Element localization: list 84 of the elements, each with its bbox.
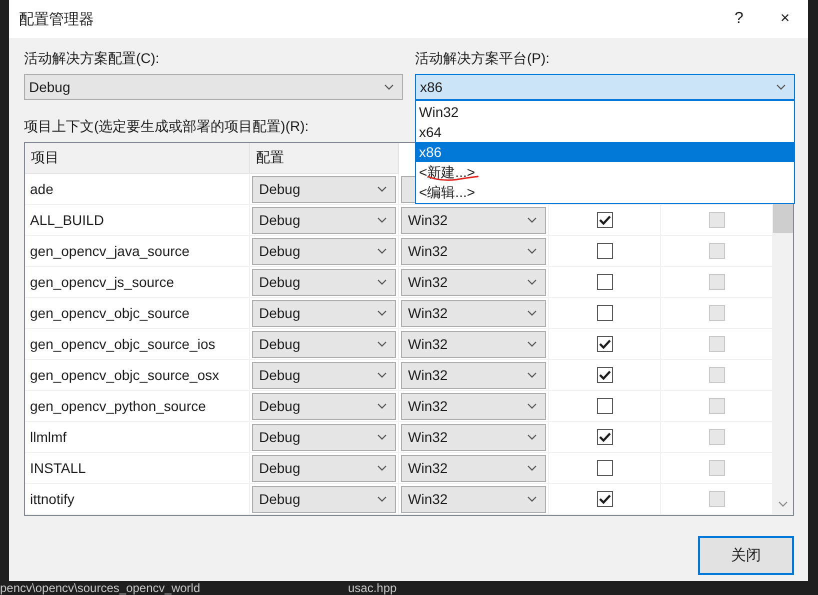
configuration-select[interactable]: Debug: [252, 206, 396, 234]
platform-select[interactable]: Win32: [401, 330, 546, 358]
close-button[interactable]: ×: [762, 0, 808, 38]
check-icon: [598, 432, 610, 442]
chevron-icon: [377, 217, 387, 223]
table-cell: gen_opencv_java_source: [25, 236, 250, 267]
field-label: 活动解决方案平台(P):: [415, 49, 551, 68]
scroll-down-icon[interactable]: [778, 501, 788, 507]
build-checkbox[interactable]: [596, 429, 612, 445]
configuration-select[interactable]: Debug: [252, 392, 396, 420]
chevron-icon: [527, 372, 537, 378]
platform-select[interactable]: Win32: [401, 424, 546, 450]
help-button[interactable]: ?: [716, 0, 762, 38]
platform-select[interactable]: Win32: [401, 392, 546, 420]
chevron-icon: [377, 434, 387, 440]
table-cell: ALL_BUILD: [25, 205, 250, 236]
platform-select[interactable]: Win32: [401, 362, 546, 388]
chevron-icon: [527, 341, 537, 347]
chevron-icon: [377, 310, 387, 316]
column-header: 配置: [250, 143, 399, 174]
chevron-icon: [377, 248, 387, 254]
platform-select[interactable]: Win32: [401, 486, 546, 512]
dropdown-option[interactable]: x86: [416, 142, 794, 162]
table-cell: gen_opencv_objc_source_ios: [25, 329, 250, 360]
status-text: pencv\opencv\sources_opencv_world: [0, 581, 202, 595]
check-icon: [598, 370, 610, 380]
chevron-icon: [377, 465, 387, 471]
platform-select[interactable]: Win32: [401, 300, 546, 326]
platform-select[interactable]: Win32: [401, 454, 546, 482]
table-cell: gen_opencv_js_source: [25, 267, 250, 298]
build-checkbox[interactable]: [596, 336, 612, 352]
column-header: 项目: [25, 143, 250, 174]
platform-select[interactable]: Win32: [401, 238, 546, 264]
table-cell: INSTALL: [25, 453, 250, 484]
chevron-icon: [377, 496, 387, 502]
configuration-select[interactable]: Debug: [252, 300, 396, 326]
build-checkbox[interactable]: [596, 491, 612, 507]
configuration-select[interactable]: Debug: [252, 330, 396, 358]
configuration-select[interactable]: Debug: [252, 238, 396, 264]
build-checkbox[interactable]: [596, 274, 612, 290]
chevron-icon: [384, 84, 394, 90]
chevron-icon: [377, 403, 387, 409]
chevron-icon: [527, 279, 537, 285]
check-icon: [598, 215, 610, 225]
configuration-select[interactable]: Debug: [252, 362, 396, 388]
configuration-select[interactable]: Debug: [252, 424, 396, 450]
configuration-select[interactable]: Debug: [252, 176, 396, 202]
chevron-icon: [527, 496, 537, 502]
platform-select[interactable]: Win32: [401, 268, 546, 296]
chevron-icon: [527, 465, 537, 471]
build-checkbox[interactable]: [596, 243, 612, 259]
chevron-icon: [776, 84, 786, 90]
close-dialog-button[interactable]: 关闭: [698, 536, 794, 575]
check-icon: [598, 339, 610, 349]
platform-select[interactable]: Win32: [401, 206, 546, 234]
chevron-icon: [377, 372, 387, 378]
chevron-icon: [377, 341, 387, 347]
window-title: 配置管理器: [19, 10, 95, 28]
chevron-icon: [527, 434, 537, 440]
table-cell: ittnotify: [25, 484, 250, 515]
chevron-icon: [377, 279, 387, 285]
build-checkbox[interactable]: [596, 305, 612, 321]
configuration-select[interactable]: Debug: [252, 486, 396, 512]
configuration-select[interactable]: Debug: [252, 268, 396, 296]
build-checkbox[interactable]: [596, 212, 612, 228]
table-cell: ade: [25, 174, 250, 205]
chevron-icon: [527, 248, 537, 254]
configuration-dropdown[interactable]: Debug: [24, 74, 403, 100]
build-checkbox[interactable]: [596, 367, 612, 383]
table-cell: gen_opencv_objc_source_osx: [25, 360, 250, 391]
chevron-icon: [527, 217, 537, 223]
build-checkbox[interactable]: [596, 398, 612, 414]
field-label: 活动解决方案配置(C):: [24, 49, 160, 68]
check-icon: [598, 494, 610, 504]
table-cell: gen_opencv_python_source: [25, 391, 250, 422]
configuration-select[interactable]: Debug: [252, 454, 396, 482]
chevron-icon: [377, 186, 387, 192]
table-cell: llmlmf: [25, 422, 250, 453]
chevron-icon: [527, 310, 537, 316]
table-cell: gen_opencv_objc_source: [25, 298, 250, 329]
build-checkbox[interactable]: [596, 460, 612, 476]
chevron-icon: [527, 403, 537, 409]
status-text: usac.hpp: [348, 581, 398, 595]
section-label: 项目上下文(选定要生成或部署的项目配置)(R):: [24, 117, 309, 136]
